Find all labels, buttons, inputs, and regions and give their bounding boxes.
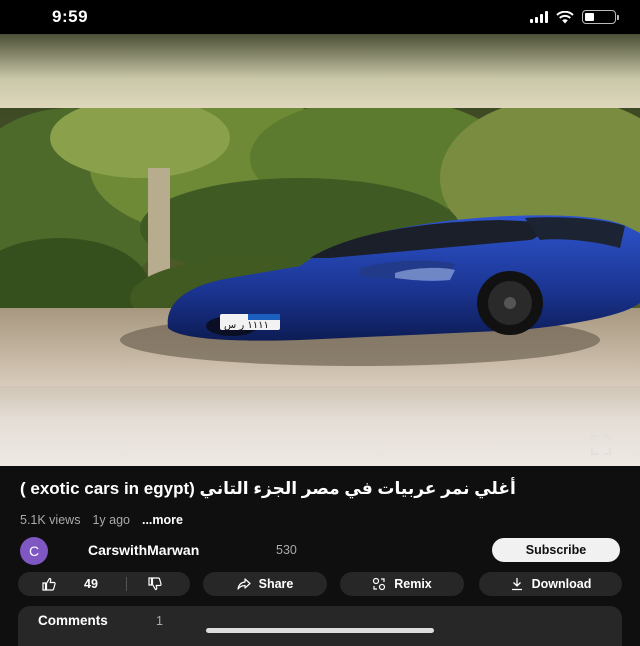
subscriber-count: 530: [276, 543, 297, 557]
download-button[interactable]: Download: [479, 572, 622, 596]
download-label: Download: [531, 577, 592, 591]
view-count: 5.1K views: [20, 513, 81, 527]
status-icons: [530, 10, 619, 24]
share-label: Share: [258, 577, 294, 591]
remix-label: Remix: [394, 577, 432, 591]
more-link[interactable]: ...more: [142, 513, 183, 527]
video-blur-bottom: [0, 386, 640, 466]
comments-count: 1: [156, 614, 163, 628]
like-dislike-pill: 49: [18, 572, 190, 596]
thumbs-up-icon[interactable]: [42, 577, 56, 591]
battery-icon: [582, 10, 619, 24]
download-icon: [511, 578, 522, 591]
home-indicator[interactable]: [206, 628, 434, 633]
channel-name[interactable]: CarswithMarwan: [88, 542, 199, 558]
action-bar: 49 Share Remix Download: [18, 572, 622, 596]
cellular-signal-icon: [530, 11, 548, 23]
channel-avatar[interactable]: C: [20, 537, 48, 565]
video-title: أغلي نمر عربيات في مصر الجزء التاني (exo…: [20, 479, 516, 498]
video-frame-image: ١١١١ ر س: [0, 108, 640, 386]
status-time: 9:59: [52, 7, 89, 26]
comments-panel[interactable]: Comments 1: [18, 606, 622, 646]
subscribe-button[interactable]: Subscribe: [492, 538, 620, 562]
comments-label: Comments: [38, 613, 108, 628]
like-divider: [126, 577, 127, 591]
video-meta: 5.1K views 1y ago ...more: [20, 513, 183, 527]
like-count: 49: [84, 577, 98, 591]
thumbs-down-icon[interactable]: [148, 577, 162, 591]
share-icon: [237, 578, 251, 590]
video-player[interactable]: ١١١١ ر س: [0, 34, 640, 466]
channel-row: C CarswithMarwan 530 Subscribe: [20, 537, 620, 565]
wifi-icon: [556, 10, 574, 23]
upload-age: 1y ago: [92, 513, 130, 527]
remix-icon: [373, 577, 386, 591]
remix-button[interactable]: Remix: [340, 572, 464, 596]
video-blur-top: [0, 34, 640, 108]
video-frame: ١١١١ ر س: [0, 108, 640, 386]
status-bar: 9:59: [0, 0, 640, 34]
share-button[interactable]: Share: [203, 572, 327, 596]
license-plate-text: ١١١١ ر س: [224, 320, 269, 331]
fullscreen-icon[interactable]: [590, 434, 612, 456]
